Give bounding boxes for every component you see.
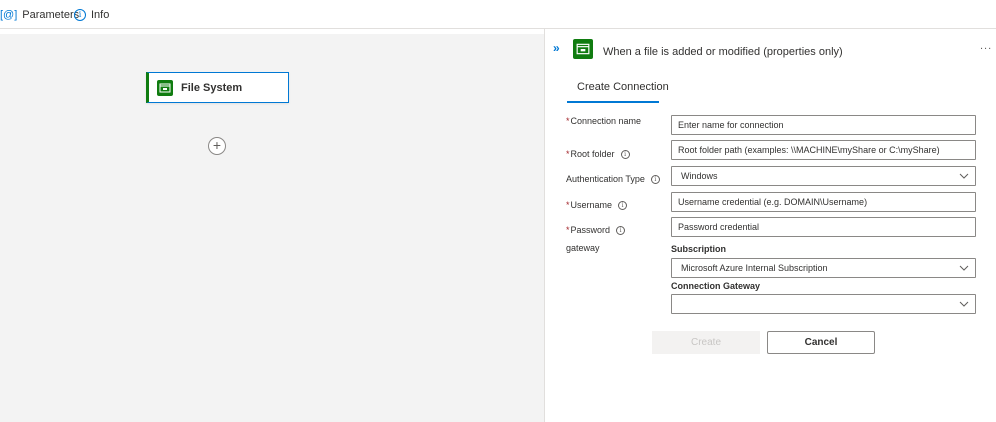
top-toolbar: [@] Parameters i Info	[0, 0, 996, 29]
tab-create-connection[interactable]: Create Connection	[567, 81, 679, 103]
subscription-dropdown[interactable]: Microsoft Azure Internal Subscription	[671, 258, 976, 278]
username-label: * Username i	[566, 200, 628, 210]
collapse-panel-icon[interactable]: »	[553, 41, 560, 55]
file-system-icon	[157, 79, 173, 96]
username-info-icon[interactable]: i	[618, 200, 628, 210]
cancel-button[interactable]: Cancel	[767, 331, 875, 354]
chevron-down-icon	[959, 173, 969, 179]
parameters-icon: [@]	[0, 9, 18, 21]
plus-icon: +	[212, 137, 222, 153]
chevron-down-icon	[959, 301, 969, 307]
subscription-label: Subscription	[671, 244, 727, 254]
username-input[interactable]	[671, 192, 976, 212]
cancel-button-label: Cancel	[804, 337, 838, 348]
create-button-label: Create	[690, 337, 721, 348]
panel-title: When a file is added or modified (proper…	[603, 46, 843, 58]
connection-name-input[interactable]	[671, 115, 976, 135]
parameters-label: Parameters	[22, 9, 80, 21]
add-step-button[interactable]: +	[208, 137, 226, 155]
designer-canvas[interactable]: File System +	[0, 34, 544, 422]
info-label: Info	[91, 9, 110, 21]
root-folder-info-icon[interactable]: i	[620, 149, 630, 159]
create-button[interactable]: Create	[652, 331, 760, 354]
subscription-value: Microsoft Azure Internal Subscription	[681, 263, 828, 273]
info-button[interactable]: i Info	[74, 6, 109, 24]
file-system-icon	[573, 39, 593, 59]
password-label: * Password i	[566, 225, 626, 235]
root-folder-label: * Root folder i	[566, 149, 630, 159]
root-folder-input[interactable]	[671, 140, 976, 160]
file-system-node[interactable]: File System	[146, 72, 289, 103]
tab-active-indicator	[567, 101, 659, 103]
password-info-icon[interactable]: i	[616, 225, 626, 235]
connection-gateway-dropdown[interactable]	[671, 294, 976, 314]
more-options-icon[interactable]: ...	[980, 40, 992, 52]
connection-panel: » When a file is added or modified (prop…	[544, 29, 996, 422]
info-icon: i	[74, 9, 86, 21]
gateway-label: gateway	[566, 243, 600, 253]
chevron-down-icon	[959, 265, 969, 271]
authentication-type-label: Authentication Type i	[566, 174, 660, 184]
password-input[interactable]	[671, 217, 976, 237]
connection-gateway-label: Connection Gateway	[671, 281, 761, 291]
connection-name-label: * Connection name	[566, 116, 642, 126]
node-label: File System	[181, 81, 243, 94]
authentication-type-info-icon[interactable]: i	[650, 174, 660, 184]
parameters-button[interactable]: [@] Parameters	[0, 6, 79, 24]
authentication-type-dropdown[interactable]: Windows	[671, 166, 976, 186]
authentication-type-value: Windows	[681, 171, 718, 181]
